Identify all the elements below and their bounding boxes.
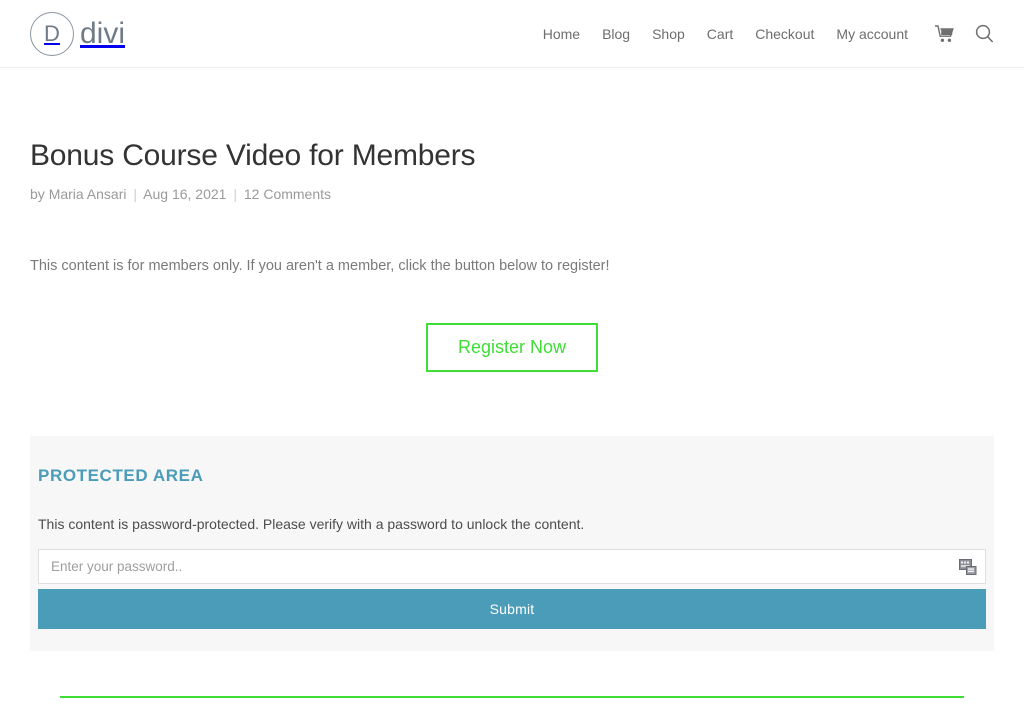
protected-area-panel: PROTECTED AREA This content is password-…: [30, 436, 994, 652]
green-divider: [60, 696, 964, 699]
password-field-wrapper: [38, 549, 986, 585]
clipboard-paste-icon[interactable]: [959, 558, 977, 575]
password-input[interactable]: [38, 549, 986, 585]
nav-item-home[interactable]: Home: [532, 0, 591, 68]
post-meta: by Maria Ansari | Aug 16, 2021 | 12 Comm…: [30, 186, 994, 202]
register-button-wrapper: Register Now: [30, 322, 994, 373]
post-date: Aug 16, 2021: [143, 186, 227, 202]
header-icons: [935, 24, 994, 43]
search-icon[interactable]: [975, 24, 994, 43]
cart-icon[interactable]: [935, 24, 955, 43]
site-logo-text: divi: [80, 16, 126, 50]
post-meta-separator-2: |: [233, 186, 237, 202]
main-navigation: Home Blog Shop Cart Checkout My account: [532, 0, 994, 68]
post-author-link[interactable]: Maria Ansari: [49, 186, 127, 202]
submit-button[interactable]: Submit: [38, 589, 986, 630]
protected-area-description: This content is password-protected. Plea…: [38, 516, 585, 533]
nav-item-my-account[interactable]: My account: [825, 0, 919, 68]
nav-item-blog[interactable]: Blog: [591, 0, 641, 68]
post-meta-by-label: by: [30, 186, 45, 202]
post-meta-separator-1: |: [133, 186, 138, 202]
divi-logo-icon: D: [30, 11, 74, 56]
members-only-notice: This content is for members only. If you…: [30, 258, 610, 274]
main-content: Bonus Course Video for Members by Maria …: [0, 68, 1024, 699]
site-logo[interactable]: D divi: [30, 0, 125, 68]
site-header: D divi Home Blog Shop Cart Checkout My a…: [0, 0, 1024, 68]
protected-area-heading: PROTECTED AREA: [38, 466, 204, 486]
page-title: Bonus Course Video for Members: [30, 139, 476, 172]
register-now-button[interactable]: Register Now: [425, 322, 599, 373]
nav-item-cart[interactable]: Cart: [696, 0, 744, 68]
nav-item-shop[interactable]: Shop: [641, 0, 696, 68]
post-comments-link[interactable]: 12 Comments: [244, 186, 331, 202]
nav-item-checkout[interactable]: Checkout: [744, 0, 825, 68]
